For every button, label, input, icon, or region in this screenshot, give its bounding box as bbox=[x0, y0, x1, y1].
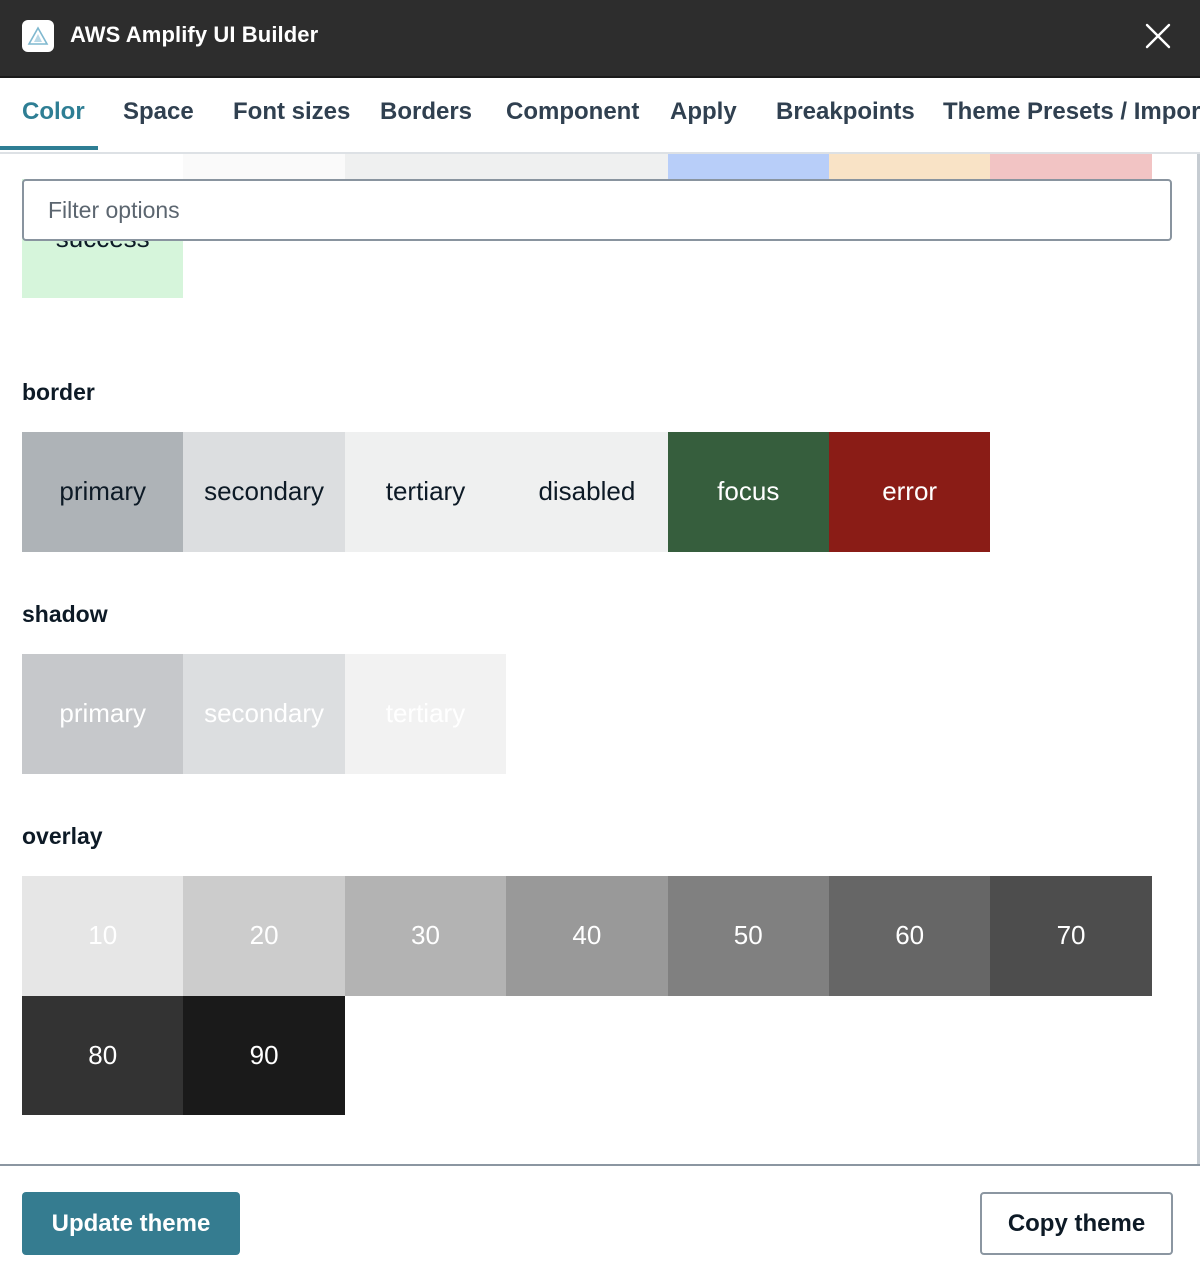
border-swatch-error[interactable]: error bbox=[828, 432, 991, 552]
tab-font-sizes[interactable]: Font sizes bbox=[233, 98, 350, 130]
border-swatch-secondary[interactable]: secondary bbox=[183, 432, 345, 552]
tab-apply[interactable]: Apply bbox=[670, 98, 737, 130]
border-swatch-primary[interactable]: primary bbox=[22, 432, 184, 552]
title-bar: AWS Amplify UI Builder bbox=[0, 0, 1200, 78]
overlay-swatch-50[interactable]: 50 bbox=[667, 876, 829, 996]
shadow-swatch-secondary[interactable]: secondary bbox=[183, 654, 345, 774]
border-swatch-focus[interactable]: focus bbox=[667, 432, 829, 552]
active-tab-indicator bbox=[0, 146, 98, 150]
tab-space[interactable]: Space bbox=[123, 98, 194, 130]
footer-bar: Update theme Copy theme bbox=[0, 1164, 1200, 1274]
overlay-swatch-20[interactable]: 20 bbox=[183, 876, 345, 996]
overlay-swatches: 10 20 30 40 50 60 70 80 90 bbox=[22, 876, 1152, 1115]
overlay-swatch-40[interactable]: 40 bbox=[506, 876, 668, 996]
tab-color[interactable]: Color bbox=[22, 98, 85, 130]
tab-bar: Color Space Font sizes Borders Component… bbox=[0, 78, 1200, 154]
section-title-shadow: shadow bbox=[22, 601, 108, 627]
background-swatch-disabled[interactable]: disabled bbox=[506, 152, 668, 179]
border-swatch-disabled[interactable]: disabled bbox=[506, 432, 668, 552]
overlay-swatch-90[interactable]: 90 bbox=[183, 995, 345, 1115]
color-panel[interactable]: primarysecondarytertiarydisabledinfowarn… bbox=[0, 152, 1197, 1164]
overlay-swatch-80[interactable]: 80 bbox=[22, 995, 184, 1115]
background-swatch-tertiary[interactable]: tertiary bbox=[344, 152, 507, 179]
border-swatches: primary secondary tertiary disabled focus err… bbox=[22, 432, 1152, 552]
close-button[interactable] bbox=[1140, 18, 1176, 54]
close-icon bbox=[1145, 23, 1171, 49]
border-swatch-tertiary[interactable]: tertiary bbox=[344, 432, 507, 552]
shadow-swatch-primary[interactable]: primary bbox=[22, 654, 184, 774]
tab-component[interactable]: Component bbox=[506, 98, 639, 130]
overlay-swatch-60[interactable]: 60 bbox=[828, 876, 991, 996]
shadow-swatch-tertiary[interactable]: tertiary bbox=[344, 654, 507, 774]
shadow-swatches: primary secondary tertiary bbox=[22, 654, 1152, 774]
copy-theme-button[interactable]: Copy theme bbox=[980, 1192, 1173, 1255]
window-title: AWS Amplify UI Builder bbox=[70, 22, 319, 47]
filter-options-input[interactable] bbox=[22, 179, 1172, 241]
update-theme-button[interactable]: Update theme bbox=[22, 1192, 240, 1255]
overlay-swatch-10[interactable]: 10 bbox=[22, 876, 184, 996]
section-title-border: border bbox=[22, 379, 95, 405]
background-swatch-primary[interactable]: primary bbox=[22, 152, 184, 179]
tab-theme-presets-import[interactable]: Theme Presets / Import bbox=[943, 98, 1200, 130]
background-swatch-warning[interactable]: warning bbox=[828, 152, 991, 179]
amplify-logo-icon bbox=[22, 20, 54, 52]
overlay-swatch-30[interactable]: 30 bbox=[344, 876, 507, 996]
overlay-swatch-70[interactable]: 70 bbox=[990, 876, 1152, 996]
tab-breakpoints[interactable]: Breakpoints bbox=[776, 98, 915, 130]
background-swatch-secondary[interactable]: secondary bbox=[183, 152, 345, 179]
background-swatch-error[interactable]: error bbox=[990, 152, 1152, 179]
section-title-overlay: overlay bbox=[22, 823, 103, 849]
background-swatch-info[interactable]: info bbox=[667, 152, 829, 179]
tab-borders[interactable]: Borders bbox=[380, 98, 472, 130]
